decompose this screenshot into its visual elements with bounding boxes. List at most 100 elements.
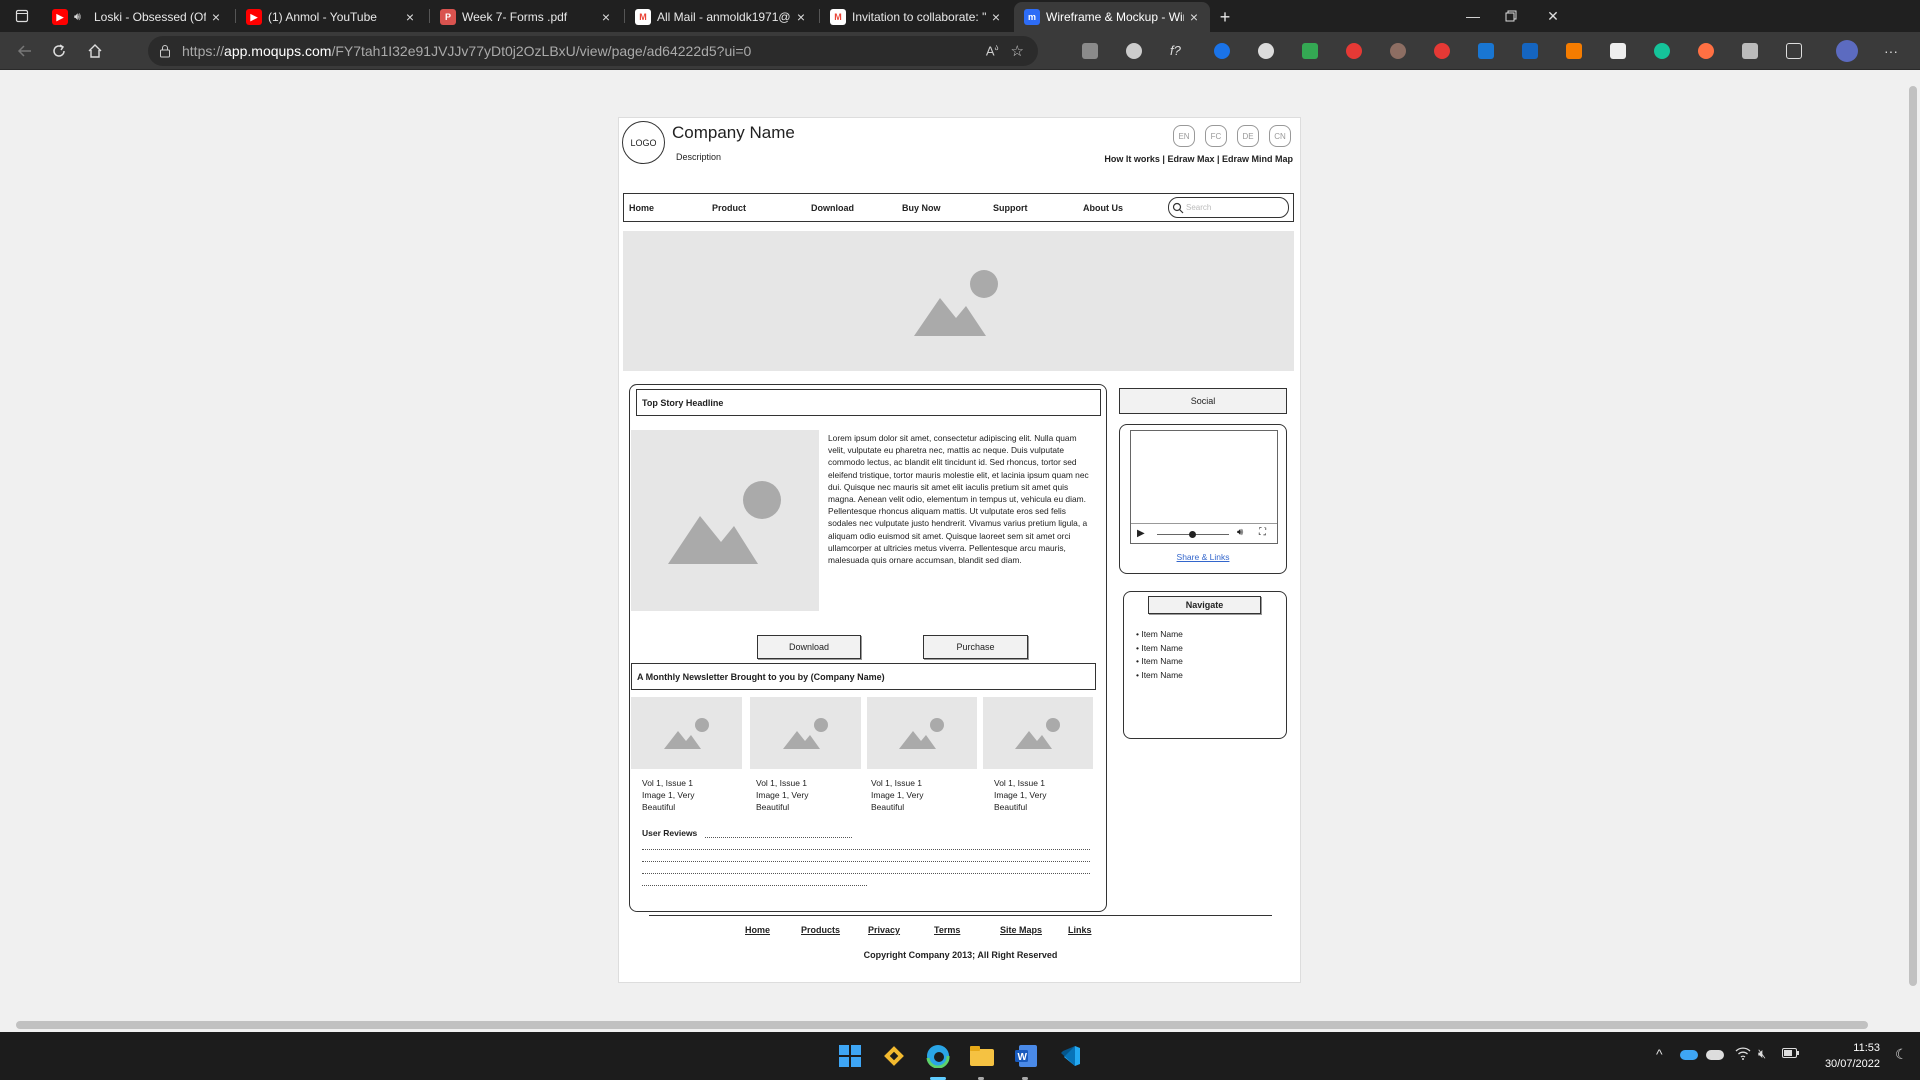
volume-icon[interactable]: 🔊︎: [1237, 527, 1243, 538]
extension-feather-icon[interactable]: [1126, 43, 1142, 59]
favorite-star-icon[interactable]: ☆: [1011, 42, 1024, 60]
purchase-button[interactable]: Purchase: [923, 635, 1028, 659]
tab-anmol-youtube[interactable]: ▶ (1) Anmol - YouTube ×: [236, 2, 426, 32]
word-icon[interactable]: W: [1012, 1042, 1040, 1070]
lang-fc[interactable]: FC: [1205, 125, 1227, 147]
vertical-scrollbar[interactable]: [1904, 70, 1920, 1016]
extension-fox-icon[interactable]: [1566, 43, 1582, 59]
collections-icon[interactable]: [1082, 43, 1098, 59]
battery-icon[interactable]: [1782, 1046, 1800, 1062]
footer-link-home[interactable]: Home: [745, 925, 770, 935]
binance-icon[interactable]: [880, 1042, 908, 1070]
extension-orange-icon[interactable]: [1698, 43, 1714, 59]
footer-link-privacy[interactable]: Privacy: [868, 925, 900, 935]
tab-wireframe-active[interactable]: m Wireframe & Mockup - Wirefran ×: [1014, 2, 1210, 32]
file-explorer-icon[interactable]: [968, 1042, 996, 1070]
footer-link-links[interactable]: Links: [1068, 925, 1092, 935]
video-player[interactable]: ▶ 🔊︎ ⛶: [1130, 430, 1278, 544]
extension-shield-icon[interactable]: [1302, 43, 1318, 59]
navigate-item[interactable]: • Item Name: [1136, 642, 1183, 656]
extensions-puzzle-icon[interactable]: [1786, 43, 1802, 59]
back-icon[interactable]: [10, 36, 40, 66]
horizontal-scrollbar[interactable]: [0, 1016, 1904, 1032]
close-tab-icon[interactable]: ×: [596, 9, 616, 25]
extension-gray-icon[interactable]: [1742, 43, 1758, 59]
chevron-up-icon[interactable]: ^: [1656, 1046, 1663, 1062]
search-input[interactable]: Search: [1168, 197, 1289, 218]
extension-pinterest-icon[interactable]: [1346, 43, 1362, 59]
lang-cn[interactable]: CN: [1269, 125, 1291, 147]
image-icon: [782, 718, 828, 749]
notification-icon[interactable]: ☾: [1895, 1046, 1908, 1063]
system-clock[interactable]: 11:53 30/07/2022: [1810, 1040, 1880, 1072]
new-tab-button[interactable]: +: [1212, 2, 1238, 32]
extension-formula-icon[interactable]: f?: [1170, 43, 1186, 59]
extension-b-icon[interactable]: [1610, 43, 1626, 59]
search-placeholder: Search: [1186, 203, 1212, 212]
top-links[interactable]: How It works | Edraw Max | Edraw Mind Ma…: [1097, 154, 1293, 164]
progress-knob[interactable]: [1189, 531, 1196, 538]
lang-de[interactable]: DE: [1237, 125, 1259, 147]
close-tab-icon[interactable]: ×: [400, 9, 420, 25]
onedrive-icon[interactable]: [1680, 1050, 1698, 1060]
tab-loski[interactable]: ▶ 🔊︎ Loski - Obsessed (Official V ×: [42, 2, 232, 32]
close-tab-icon[interactable]: ×: [206, 9, 226, 25]
download-button[interactable]: Download: [757, 635, 861, 659]
close-tab-icon[interactable]: ×: [791, 9, 811, 25]
horizontal-scroll-thumb[interactable]: [16, 1021, 1868, 1029]
tab-all-mail[interactable]: M All Mail - anmoldk1971@gmail.co ×: [625, 2, 817, 32]
navigate-item[interactable]: • Item Name: [1136, 669, 1183, 683]
close-tab-icon[interactable]: ×: [1184, 9, 1204, 25]
windows-taskbar: W ^ 🔇︎ 11:53 30/07/2022 ☾: [0, 1032, 1920, 1080]
home-icon[interactable]: [80, 36, 110, 66]
lang-en[interactable]: EN: [1173, 125, 1195, 147]
restore-icon[interactable]: [1488, 0, 1534, 32]
start-windows-icon[interactable]: [836, 1042, 864, 1070]
search-icon: [1172, 202, 1184, 213]
menu-support[interactable]: Support: [993, 203, 1028, 213]
menu-buy-now[interactable]: Buy Now: [902, 203, 941, 213]
newsletter-caption: Vol 1, Issue 1 Image 1, Very Beautiful: [756, 778, 809, 812]
extension-red-icon[interactable]: [1434, 43, 1450, 59]
extension-blue-icon[interactable]: [1214, 43, 1230, 59]
tab-week7-pdf[interactable]: P Week 7- Forms .pdf ×: [430, 2, 622, 32]
read-aloud-icon[interactable]: Aა: [986, 43, 999, 58]
footer-link-site-maps[interactable]: Site Maps: [1000, 925, 1042, 935]
address-bar[interactable]: https://app.moqups.com/FY7tah1I32e91JVJJ…: [148, 36, 1038, 66]
footer-link-products[interactable]: Products: [801, 925, 840, 935]
share-links[interactable]: Share & Links: [1120, 552, 1286, 562]
extension-s-icon[interactable]: [1522, 43, 1538, 59]
footer-link-terms[interactable]: Terms: [934, 925, 960, 935]
tab-actions-icon[interactable]: [6, 0, 38, 32]
lock-icon[interactable]: [148, 44, 182, 58]
volume-muted-icon[interactable]: 🔇︎: [1758, 1046, 1766, 1062]
clock-date: 30/07/2022: [1824, 1058, 1880, 1070]
extension-pen-icon[interactable]: [1478, 43, 1494, 59]
navigate-item[interactable]: • Item Name: [1136, 655, 1183, 669]
cloud-icon[interactable]: [1706, 1050, 1724, 1060]
extension-w-icon[interactable]: [1258, 43, 1274, 59]
vertical-scroll-thumb[interactable]: [1909, 86, 1917, 986]
speaker-icon[interactable]: 🔊︎: [74, 11, 88, 24]
menu-product[interactable]: Product: [712, 203, 746, 213]
menu-about-us[interactable]: About Us: [1083, 203, 1123, 213]
close-window-icon[interactable]: ✕: [1530, 0, 1576, 32]
edge-browser-icon[interactable]: [924, 1042, 952, 1070]
menu-download[interactable]: Download: [811, 203, 854, 213]
tab-invitation[interactable]: M Invitation to collaborate: "Wirefr ×: [820, 2, 1012, 32]
profile-avatar[interactable]: [1836, 40, 1858, 62]
wifi-icon[interactable]: [1735, 1046, 1751, 1063]
grammarly-icon[interactable]: [1654, 43, 1670, 59]
vscode-icon[interactable]: [1056, 1042, 1084, 1070]
extension-hand-icon[interactable]: [1390, 43, 1406, 59]
more-menu-icon[interactable]: ···: [1884, 43, 1904, 59]
navigate-item[interactable]: • Item Name: [1136, 628, 1183, 642]
play-icon[interactable]: ▶: [1137, 528, 1145, 539]
newsletter-caption: Vol 1, Issue 1 Image 1, Very Beautiful: [642, 778, 695, 812]
copyright-text: Copyright Company 2013; All Right Reserv…: [863, 950, 1058, 960]
fullscreen-icon[interactable]: ⛶: [1259, 527, 1266, 538]
close-tab-icon[interactable]: ×: [986, 9, 1006, 25]
company-description: Description: [676, 152, 722, 162]
refresh-icon[interactable]: [44, 36, 74, 66]
menu-home[interactable]: Home: [629, 203, 654, 213]
